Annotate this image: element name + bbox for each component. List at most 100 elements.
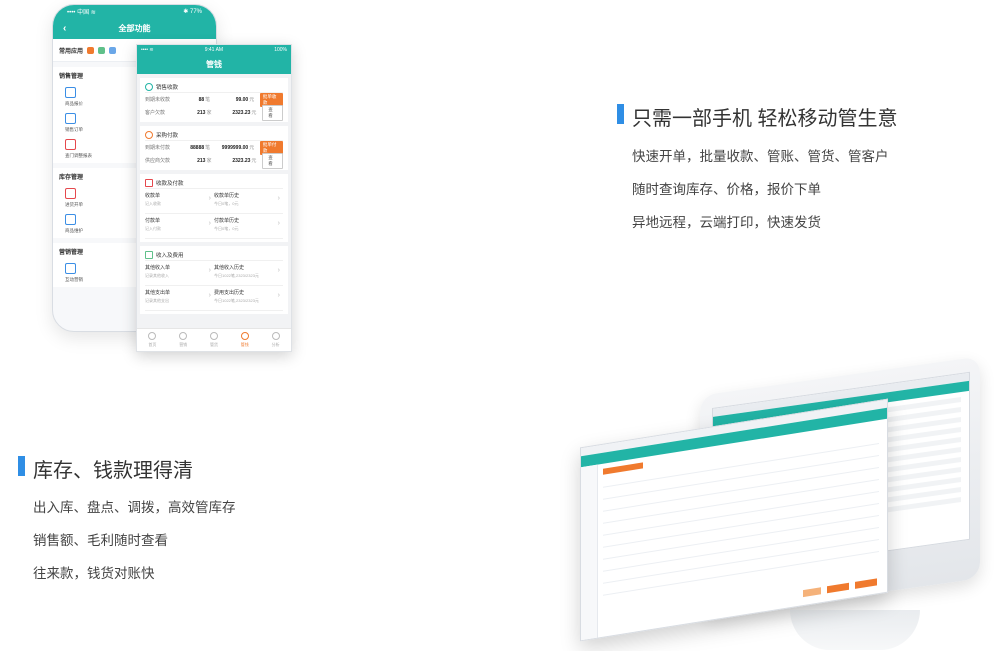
chevron-right-icon: ›: [277, 220, 280, 227]
card-title: 采购付款: [156, 132, 179, 139]
menu-item[interactable]: 其他收入单 记录其他收入 ›: [145, 261, 214, 286]
row-label: 到期未收款: [145, 97, 171, 103]
receipt-icon: [145, 82, 153, 91]
app-sidebar: [581, 464, 598, 641]
menu-item[interactable]: 付款单 记入付款 ›: [145, 214, 214, 239]
grid-item[interactable]: 进货开单: [59, 188, 135, 208]
chevron-right-icon: ›: [208, 195, 211, 202]
menu-item-title: 付款单历史: [214, 218, 240, 224]
menu-item[interactable]: 付款单历史今日0笔，0元 ›: [214, 214, 283, 239]
tab-marketing[interactable]: 营销: [168, 329, 199, 351]
menu-item[interactable]: 收款单记入收款 ›: [145, 189, 214, 214]
tab-analysis[interactable]: 分析: [260, 329, 291, 351]
row-amount: 2323.23: [232, 157, 251, 164]
menu-item-title: 其他收入历史: [214, 265, 245, 271]
income-expense-card: 收入及费用 其他收入单记录其他收入 › 其他收入历史今日1022笔,2323/23…: [140, 246, 288, 314]
report-icon: [65, 139, 76, 150]
chevron-right-icon: ›: [208, 292, 211, 299]
phone-title: 全部功能: [118, 23, 151, 33]
feature-title: 库存、钱款理得清: [33, 460, 193, 482]
desktop-app-window: [580, 398, 888, 642]
goods-icon: [209, 332, 218, 340]
menu-item[interactable]: 收款单历史 今日0笔，0元 ›: [214, 189, 283, 214]
tab-label: 营销: [179, 342, 188, 347]
money-icon: [240, 332, 249, 340]
menu-item-sub: 记入收款: [145, 201, 161, 206]
app-icon[interactable]: [109, 46, 117, 54]
app-action-button: [827, 582, 849, 594]
grid-item[interactable]: 商品维护: [59, 214, 135, 234]
chevron-right-icon: ›: [277, 267, 280, 274]
row-count: 88: [198, 96, 205, 103]
marketing-icon: [179, 332, 188, 340]
tab-goods[interactable]: 管货: [199, 329, 230, 351]
menu-item-sub: 今日0笔，0元: [214, 201, 239, 206]
row-label: 客户欠款: [145, 110, 166, 116]
row-count: 213: [197, 109, 206, 116]
card-title: 收入及费用: [156, 252, 184, 259]
chart-icon: [271, 332, 280, 340]
product-icon: [65, 214, 76, 225]
card-row: 客户欠款 213 家 2323.23 元 查看: [145, 104, 283, 121]
grid-item[interactable]: 查门调整报表: [59, 139, 135, 159]
status-bar: •••• ≋ 9:41 AM 100%: [137, 45, 291, 54]
grid-item[interactable]: 互动营销: [59, 263, 135, 283]
menu-item-title: 收款单历史: [214, 193, 240, 199]
tab-home[interactable]: 首页: [137, 329, 168, 351]
quote-icon: [65, 87, 76, 98]
feature-line: 销售额、毛利随时查看: [33, 533, 168, 548]
phone-title: 管钱: [206, 59, 222, 69]
row-count: 88888: [190, 144, 205, 151]
tab-money[interactable]: 管钱: [229, 329, 260, 351]
marketing-icon: [65, 263, 76, 274]
feature-line: 出入库、盘点、调拨，高效管库存: [33, 500, 236, 515]
view-button[interactable]: 查看: [262, 152, 283, 169]
app-action-button: [855, 578, 877, 589]
home-icon: [148, 332, 157, 340]
row-amount: 2323.23: [232, 109, 251, 116]
row-label: 供应商欠款: [145, 158, 171, 164]
laptop-stand: [790, 610, 920, 650]
purchase-payment-card: 采购付款 到期未付款 88888 笔 9999999.00 元 批单付款 供应商…: [140, 126, 288, 170]
row-amount-unit: 元: [249, 145, 255, 151]
menu-item-title: 付款单: [145, 218, 161, 224]
menu-item-title: 收款单: [145, 193, 161, 199]
phone-header: 管钱: [137, 54, 291, 74]
income-icon: [145, 250, 153, 259]
menu-item-title: 费用支出历史: [214, 290, 245, 296]
grid-item[interactable]: 商品报价: [59, 87, 135, 107]
menu-item-sub: 记录其他收入: [145, 273, 169, 278]
view-button[interactable]: 查看: [262, 104, 283, 121]
menu-item[interactable]: 其他支出单记录其他支出 ›: [145, 286, 214, 311]
menu-item-title: 其他支出单: [145, 290, 171, 296]
row-unit: 家: [206, 110, 212, 116]
row-amount-unit: 元: [251, 110, 257, 116]
app-icon[interactable]: [98, 46, 106, 54]
grid-item[interactable]: 销售订单: [59, 113, 135, 133]
status-bar: •••• 中国 ≋ ✱ 77%: [53, 5, 216, 17]
menu-item-title: 其他收入单: [145, 265, 171, 271]
app-icon[interactable]: [87, 46, 95, 54]
feature-title: 只需一部手机 轻松移动管生意: [632, 108, 898, 130]
grid-item-label: 商品维护: [65, 228, 83, 233]
app-tab: [603, 462, 643, 475]
grid-item-label: 互动营销: [65, 277, 83, 282]
status-left: •••• ≋: [141, 46, 154, 53]
menu-item-sub: 记入付款: [145, 226, 161, 231]
back-arrow-icon[interactable]: ‹: [63, 23, 66, 34]
menu-item[interactable]: 费用支出历史 今日1022笔,2323/2323元 ›: [214, 286, 283, 311]
grid-item-label: 查门调整报表: [65, 153, 92, 158]
status-left: •••• 中国 ≋: [67, 9, 96, 16]
menu-item[interactable]: 其他收入历史今日1022笔,2323/2323元 ›: [214, 261, 283, 286]
menu-item-sub: 今日1022笔,2323/2323元: [214, 273, 259, 278]
status-battery: 100%: [274, 46, 287, 53]
grid-item-label: 进货开单: [65, 202, 83, 207]
menu-item-sub: 记录其他支出: [145, 298, 169, 303]
order-icon: [65, 113, 76, 124]
menu-item-sub: 今日0笔，0元: [214, 226, 239, 231]
common-apps-label: 常用应用: [59, 48, 84, 55]
accent-bar: [617, 104, 624, 124]
feature-line: 异地远程，云端打印，快速发货: [632, 215, 821, 230]
card-title: 销售收款: [156, 84, 179, 91]
row-amount-unit: 元: [251, 158, 257, 164]
